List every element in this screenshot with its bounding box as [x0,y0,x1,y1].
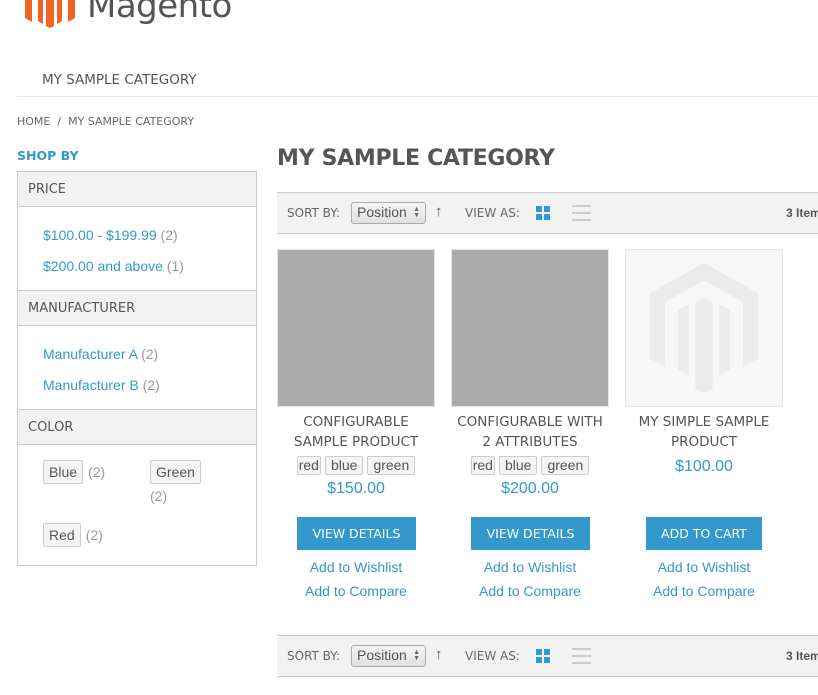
color-swatch-option: Red (2) [43,523,150,555]
list-view-icon[interactable] [572,648,591,664]
add-to-wishlist-link[interactable]: Add to Wishlist [451,559,609,575]
product-swatches: red blue green [277,456,435,475]
filter-options-price: $100.00 - $199.99 (2) $200.00 and above … [18,207,256,291]
sort-by-select[interactable]: Position ▲ ▼ [351,202,426,224]
view-details-button[interactable]: VIEW DETAILS [297,517,416,550]
filter-option-link[interactable]: $100.00 - $199.99 [43,227,157,243]
add-to-compare-link[interactable]: Add to Compare [451,583,609,599]
filter-title-price[interactable]: PRICE [18,172,256,207]
sort-by-value: Position [357,204,407,220]
add-to-compare-link[interactable]: Add to Compare [277,583,435,599]
color-swatch-red[interactable]: Red [43,523,81,547]
toolbar-bottom: SORT BY: Position ▲▼ ↑ VIEW AS: 3 Items [277,635,818,677]
filter-title-manufacturer[interactable]: MANUFACTURER [18,291,256,326]
list-view-icon[interactable] [572,205,591,221]
layered-navigation: PRICE $100.00 - $199.99 (2) $200.00 and … [17,171,257,566]
swatch-red[interactable]: red [470,456,495,475]
shop-by-title: SHOP BY [17,148,79,163]
sort-by-label: SORT BY: [287,649,341,663]
breadcrumb-current: MY SAMPLE CATEGORY [68,115,195,128]
filter-option: Manufacturer B (2) [43,370,256,401]
nav-item-my-sample-category[interactable]: MY SAMPLE CATEGORY [42,72,197,88]
swatch-red[interactable]: red [296,456,321,475]
toolbar-amount: 3 Items [786,649,818,663]
select-arrows-icon: ▲ ▼ [413,206,420,219]
breadcrumb-separator: / [57,115,62,128]
magento-placeholder-icon [649,263,759,393]
magento-logo-icon [25,0,75,28]
swatch-green[interactable]: green [367,456,416,475]
color-swatch-option: Green (2) [150,460,210,523]
filter-option-link[interactable]: Manufacturer B [43,377,139,393]
product-swatches: red blue green [451,456,609,475]
product-name[interactable]: CONFIGURABLE SAMPLE PRODUCT [277,412,435,452]
product-price: $200.00 [501,480,559,497]
sort-by-label: SORT BY: [287,206,341,220]
sort-by-value: Position [357,647,407,663]
product-image[interactable] [277,249,435,407]
product-item: MY SIMPLE SAMPLE PRODUCT $100.00 ADD TO … [625,249,783,609]
filter-title-color[interactable]: COLOR [18,410,256,445]
add-to-wishlist-link[interactable]: Add to Wishlist [625,559,783,575]
product-item: CONFIGURABLE WITH 2 ATTRIBUTES red blue … [451,249,609,609]
product-image[interactable] [451,249,609,407]
sort-by-select[interactable]: Position ▲ ▼ [351,645,426,667]
filter-count: (2) [150,488,168,504]
breadcrumb-home[interactable]: HOME [17,115,50,128]
filter-options-manufacturer: Manufacturer A (2) Manufacturer B (2) [18,326,256,410]
arrow-up-icon[interactable]: ↑ [435,646,443,663]
arrow-up-icon[interactable]: ↑ [435,203,443,220]
product-name[interactable]: CONFIGURABLE WITH 2 ATTRIBUTES [451,412,609,452]
site-logo[interactable]: Magento [25,0,232,28]
main-navigation: MY SAMPLE CATEGORY [17,64,818,97]
filter-count: (2) [85,527,103,543]
view-as-label: VIEW AS: [465,649,520,663]
grid-view-icon[interactable] [536,649,550,663]
filter-count: (1) [166,258,184,274]
filter-option-link[interactable]: $200.00 and above [43,258,163,274]
filter-count: (2) [160,227,178,243]
page-title: MY SAMPLE CATEGORY [277,146,555,171]
filter-option: $200.00 and above (1) [43,251,256,282]
product-price: $100.00 [675,458,733,475]
grid-view-icon[interactable] [536,206,550,220]
logo-text: Magento [87,0,232,26]
add-to-cart-button[interactable]: ADD TO CART [646,517,762,550]
color-swatch-option: Blue (2) [43,460,150,523]
add-to-compare-link[interactable]: Add to Compare [625,583,783,599]
product-image-placeholder[interactable] [625,249,783,407]
toolbar-amount: 3 Items [786,206,818,220]
filter-option-link[interactable]: Manufacturer A [43,346,137,362]
product-price: $150.00 [327,480,385,497]
color-swatch-blue[interactable]: Blue [43,460,84,484]
swatch-blue[interactable]: blue [324,456,364,475]
product-item: CONFIGURABLE SAMPLE PRODUCT red blue gre… [277,249,435,609]
filter-option: $100.00 - $199.99 (2) [43,220,256,251]
filter-count: (2) [88,464,106,480]
select-arrows-icon: ▲ ▼ [413,649,420,662]
filter-options-color: Blue (2) Green (2) Red (2) [18,445,256,565]
view-as-label: VIEW AS: [465,206,520,220]
product-name[interactable]: MY SIMPLE SAMPLE PRODUCT [625,412,783,452]
add-to-wishlist-link[interactable]: Add to Wishlist [277,559,435,575]
filter-count: (2) [141,346,159,362]
toolbar-top: SORT BY: Position ▲▼ ↑ VIEW AS: 3 Items [277,192,818,234]
color-swatch-green[interactable]: Green [150,460,201,484]
view-details-button[interactable]: VIEW DETAILS [471,517,590,550]
filter-count: (2) [142,377,160,393]
breadcrumb: HOME / MY SAMPLE CATEGORY [17,115,194,128]
filter-option: Manufacturer A (2) [43,339,256,370]
swatch-blue[interactable]: blue [498,456,538,475]
swatch-green[interactable]: green [541,456,590,475]
